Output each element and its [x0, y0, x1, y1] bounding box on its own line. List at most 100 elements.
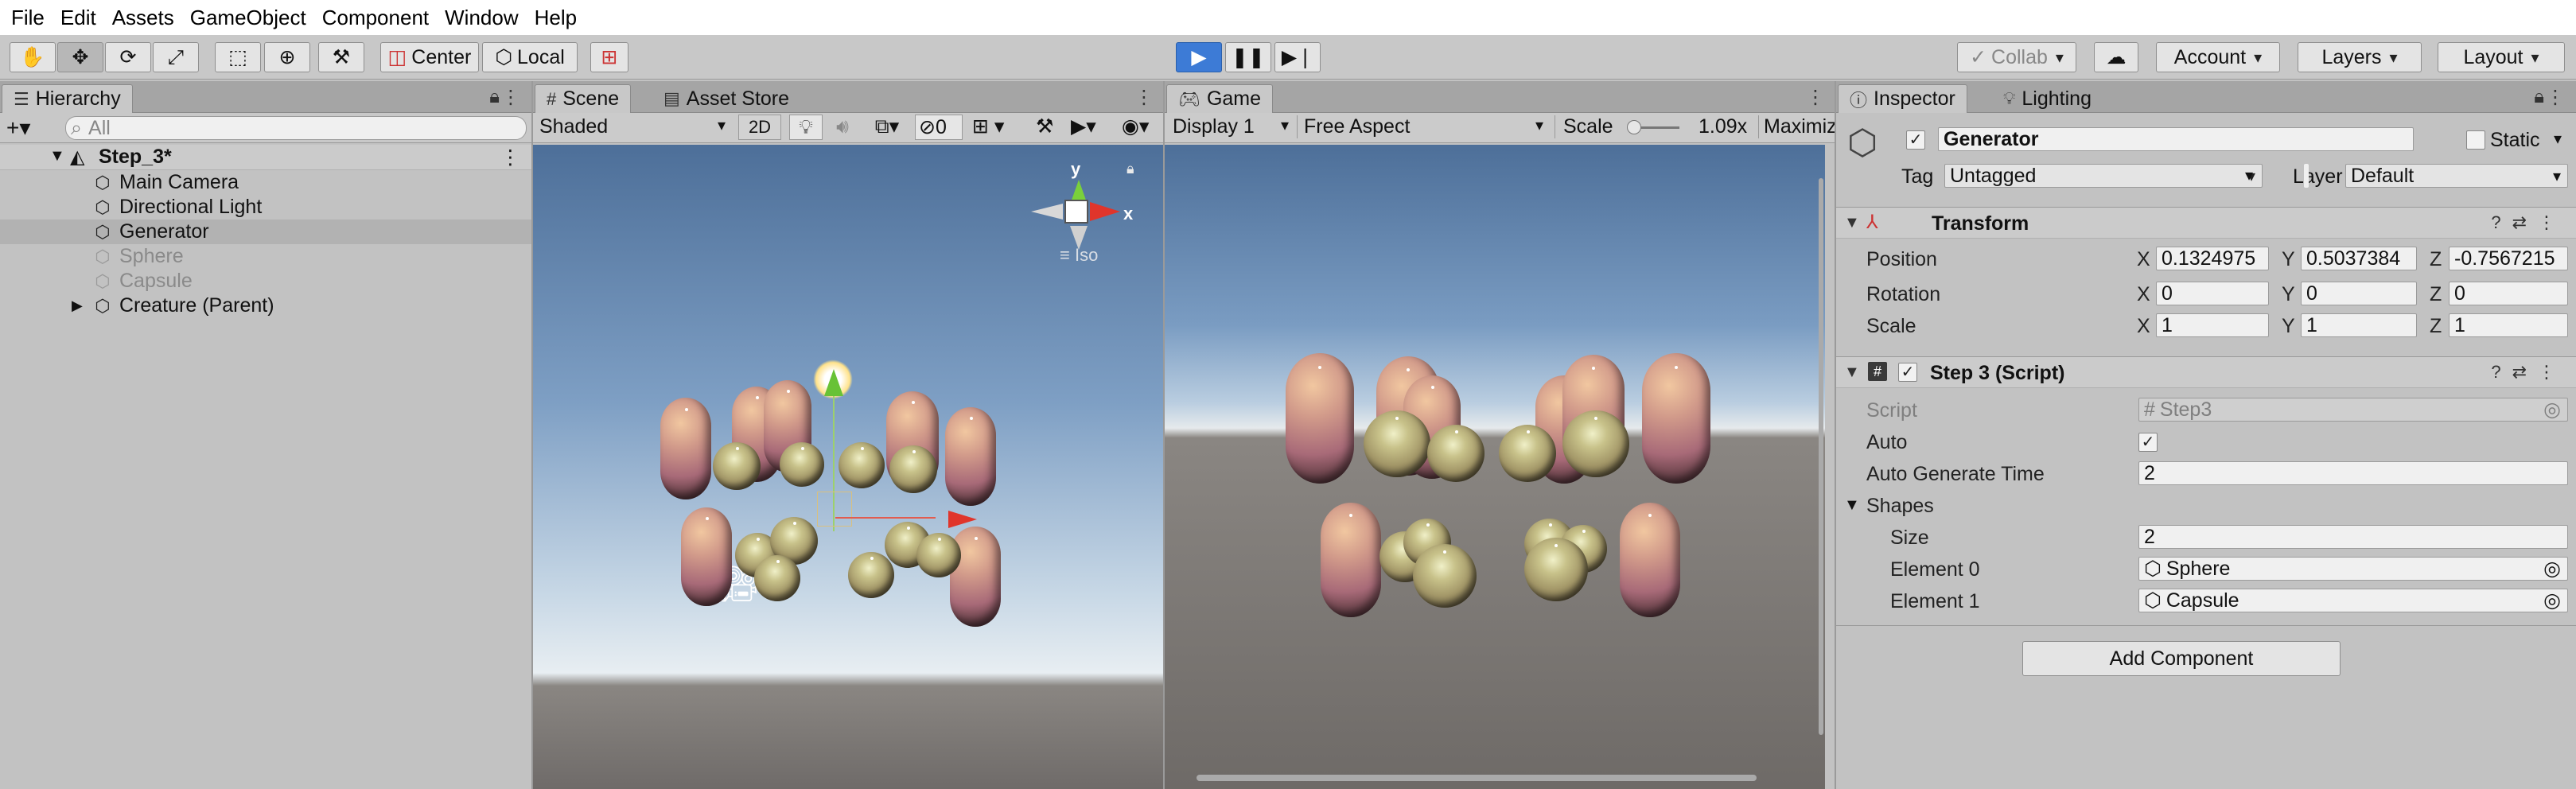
help-icon[interactable]: ? [2491, 212, 2512, 232]
rotation-x-field[interactable]: 0 [2156, 282, 2269, 305]
layout-dropdown[interactable]: Layout [2438, 42, 2565, 72]
element-0-object-field[interactable]: ⬡ Sphere ◎ [2138, 557, 2568, 581]
menu-help[interactable]: Help [527, 6, 585, 30]
move-handle-plane[interactable] [817, 492, 852, 527]
position-z-field[interactable]: -0.7567215 [2449, 247, 2568, 270]
rotation-z-field[interactable]: 0 [2449, 282, 2568, 305]
snap-button[interactable]: ⊞ [590, 42, 628, 72]
scene-header-row[interactable]: ▼ ◭ Step_3* ⋮ [0, 145, 531, 170]
hidden-objects-toggle[interactable]: ⊘0 [915, 115, 963, 140]
menu-file[interactable]: File [3, 6, 53, 30]
collapse-triangle-icon[interactable]: ▼ [1844, 363, 1860, 382]
kebab-menu-icon[interactable]: ⋮ [1134, 86, 1154, 109]
audio-toggle-button[interactable]: 🔊︎ [826, 115, 859, 140]
layers-dropdown[interactable]: Layers [2298, 42, 2422, 72]
grid-dropdown[interactable]: ⊞ ▾ [972, 115, 1028, 140]
tab-asset-store[interactable]: ▤ Asset Store [652, 84, 800, 113]
menu-gameobject[interactable]: GameObject [182, 6, 314, 30]
projection-toggle[interactable]: ≡ Iso [1060, 245, 1098, 266]
scene-viewport[interactable]: y x ≡ Iso 🔒︎ 🎥︎ [533, 145, 1163, 789]
effects-dropdown[interactable]: ⧉▾ [862, 115, 912, 140]
rotate-tool-button[interactable]: ⟳ [105, 42, 151, 72]
camera-dropdown[interactable]: ▶▾ [1071, 115, 1119, 140]
menu-edit[interactable]: Edit [53, 6, 104, 30]
pause-button[interactable]: ❚❚ [1225, 42, 1271, 72]
hierarchy-search-input[interactable]: ⌕ All [65, 116, 527, 140]
scene-sphere[interactable] [713, 442, 761, 490]
component-kebab-icon[interactable]: ⋮ [2538, 212, 2566, 232]
rect-tool-button[interactable]: ⬚ [215, 42, 261, 72]
tab-game[interactable]: 🎮︎ Game [1166, 84, 1274, 113]
lock-icon[interactable]: 🔒︎ [1127, 161, 1134, 177]
scene-sphere[interactable] [839, 442, 885, 488]
tab-hierarchy[interactable]: ☰ Hierarchy [2, 84, 133, 113]
horizontal-scrollbar[interactable] [1197, 775, 1757, 781]
shading-mode-dropdown[interactable]: Shaded ▾ [539, 115, 730, 138]
vertical-scrollbar[interactable] [1819, 178, 1823, 735]
2d-toggle-button[interactable]: 2D [738, 115, 781, 140]
hierarchy-item-capsule[interactable]: ⬡ Capsule [0, 269, 531, 293]
position-y-field[interactable]: 0.5037384 [2301, 247, 2417, 270]
gizmo-neg-x-arrow[interactable] [1031, 204, 1063, 220]
kebab-menu-icon[interactable]: ⋮ [1806, 86, 1825, 109]
component-tools-button[interactable]: ⚒ [1036, 115, 1068, 140]
scale-slider-thumb[interactable] [1627, 120, 1641, 134]
scale-tool-button[interactable]: ⤢ [153, 42, 199, 72]
hierarchy-item-main-camera[interactable]: ⬡ Main Camera [0, 170, 531, 195]
object-picker-icon[interactable]: ◎ [2543, 558, 2561, 580]
auto-generate-time-field[interactable]: 2 [2138, 461, 2568, 485]
transform-header[interactable]: ▼ ⅄ Transform ?⇄⋮ [1836, 207, 2576, 239]
pivot-center-button[interactable]: ◫ Center [380, 42, 479, 72]
hierarchy-item-sphere[interactable]: ⬡ Sphere [0, 244, 531, 269]
pivot-local-button[interactable]: ⬡ Local [482, 42, 578, 72]
scene-capsule[interactable] [945, 407, 996, 506]
move-handle-x[interactable] [948, 511, 977, 528]
shapes-size-field[interactable]: 2 [2138, 525, 2568, 549]
tab-lighting[interactable]: 💡︎ Lighting [1992, 84, 2103, 113]
play-button[interactable]: ▶ [1176, 42, 1222, 72]
chevron-down-icon[interactable]: ▾ [2554, 129, 2562, 149]
hierarchy-item-directional-light[interactable]: ⬡ Directional Light [0, 195, 531, 220]
add-component-button[interactable]: Add Component [2022, 641, 2341, 676]
aspect-dropdown[interactable]: Free Aspect ▾ [1297, 115, 1548, 138]
element-1-object-field[interactable]: ⬡ Capsule ◎ [2138, 589, 2568, 612]
step-button[interactable]: ▶❘ [1274, 42, 1321, 72]
tag-dropdown[interactable]: Untagged [1944, 164, 2263, 188]
lock-icon[interactable]: 🔒︎ [489, 86, 500, 108]
custom-tool-button[interactable]: ⚒ [318, 42, 364, 72]
maximize-on-play-toggle[interactable]: Maximize [1758, 115, 1835, 138]
scene-capsule[interactable] [660, 398, 711, 499]
transform-tool-button[interactable]: ⊕ [264, 42, 310, 72]
scale-x-field[interactable]: 1 [2156, 313, 2269, 337]
menu-component[interactable]: Component [314, 6, 437, 30]
hand-tool-button[interactable]: ✋ [10, 42, 56, 72]
display-dropdown[interactable]: Display 1 ▾ [1173, 115, 1290, 138]
rotation-y-field[interactable]: 0 [2301, 282, 2417, 305]
menu-assets[interactable]: Assets [104, 6, 182, 30]
kebab-menu-icon[interactable]: ⋮ [2546, 86, 2565, 109]
lighting-toggle-button[interactable]: 💡︎ [789, 115, 823, 140]
tab-scene[interactable]: # Scene [535, 84, 632, 113]
collapsed-triangle-icon[interactable]: ▶ [72, 297, 91, 314]
object-picker-icon[interactable]: ◎ [2543, 589, 2561, 612]
static-checkbox[interactable] [2466, 130, 2485, 150]
auto-checkbox[interactable]: ✓ [2138, 433, 2158, 452]
hierarchy-item-creature-parent[interactable]: ▶ ⬡ Creature (Parent) [0, 293, 531, 318]
menu-window[interactable]: Window [437, 6, 526, 30]
preset-icon[interactable]: ⇄ [2512, 362, 2538, 382]
scene-capsule[interactable] [950, 527, 1001, 627]
component-kebab-icon[interactable]: ⋮ [2538, 362, 2566, 382]
move-handle-y[interactable] [824, 369, 843, 396]
active-checkbox[interactable]: ✓ [1906, 130, 1925, 150]
script-enabled-checkbox[interactable]: ✓ [1898, 363, 1917, 382]
expand-triangle-icon[interactable]: ▼ [49, 147, 65, 165]
scene-sphere[interactable] [848, 552, 894, 598]
scene-kebab-icon[interactable]: ⋮ [500, 146, 520, 169]
preset-icon[interactable]: ⇄ [2512, 212, 2538, 232]
shapes-expand-triangle-icon[interactable]: ▼ [1844, 496, 1860, 515]
move-tool-button[interactable]: ✥ [57, 42, 103, 72]
help-icon[interactable]: ? [2491, 362, 2512, 382]
scene-sphere[interactable] [780, 442, 824, 487]
collab-dropdown[interactable]: ✓ Collab [1957, 42, 2076, 72]
hierarchy-item-generator[interactable]: ⬡ Generator [0, 220, 531, 244]
